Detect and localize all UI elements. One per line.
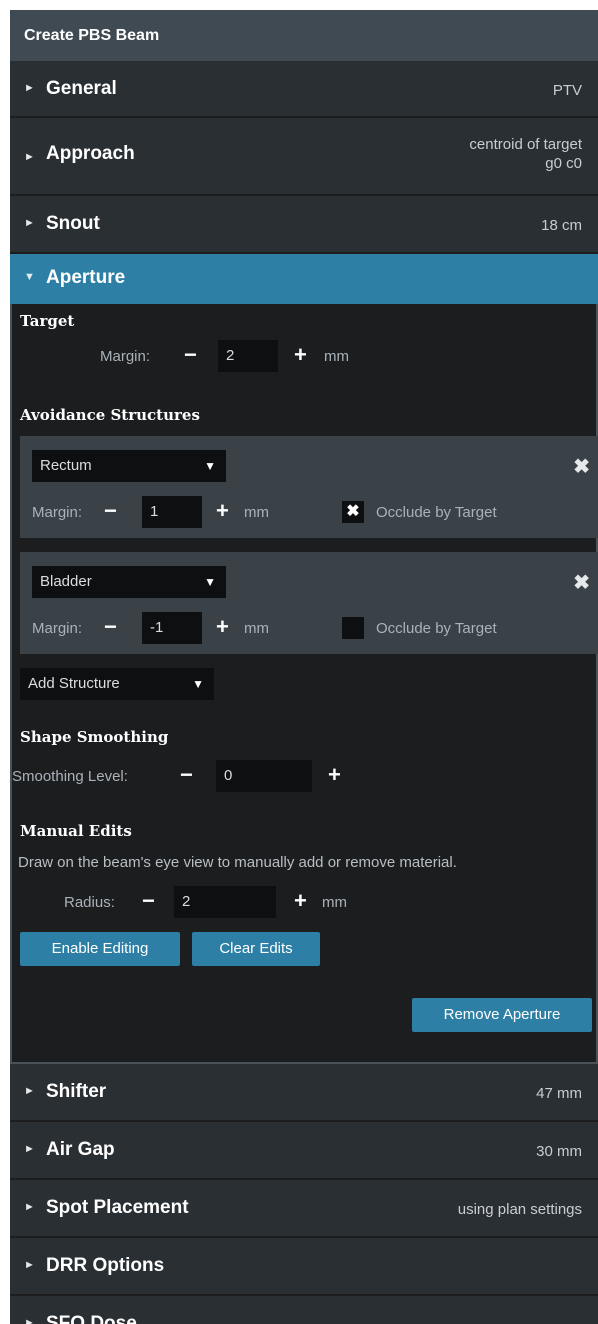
structure-select-value: Bladder bbox=[40, 573, 92, 590]
expand-arrow-icon: ► bbox=[24, 151, 35, 163]
section-drr-options[interactable]: ► DRR Options bbox=[10, 1238, 598, 1296]
create-pbs-beam-panel: Create PBS Beam ► General PTV ► Approach… bbox=[10, 10, 598, 1324]
structure-margin-unit: mm bbox=[244, 620, 269, 637]
remove-structure-close-icon[interactable]: ✖ bbox=[573, 454, 590, 479]
panel-title: Create PBS Beam bbox=[10, 10, 598, 62]
section-general-value: PTV bbox=[552, 82, 582, 99]
section-air-gap-value: 30 mm bbox=[536, 1143, 582, 1160]
target-margin-input[interactable]: 2 bbox=[218, 340, 278, 372]
dropdown-caret-icon: ▼ bbox=[204, 575, 216, 589]
avoidance-structures-heading: Avoidance Structures bbox=[20, 406, 200, 424]
collapse-arrow-icon: ▼ bbox=[24, 271, 35, 283]
structure-select[interactable]: Rectum ▼ bbox=[32, 450, 226, 482]
section-drr-options-label: DRR Options bbox=[46, 1255, 165, 1276]
expand-arrow-icon: ► bbox=[24, 1317, 35, 1324]
section-snout-label: Snout bbox=[46, 213, 100, 234]
radius-increment-button[interactable]: + bbox=[294, 890, 307, 912]
smoothing-level-label: Smoothing Level: bbox=[12, 768, 128, 785]
smoothing-level-input[interactable]: 0 bbox=[216, 760, 312, 792]
expand-arrow-icon: ► bbox=[24, 1259, 35, 1271]
remove-structure-close-icon[interactable]: ✖ bbox=[573, 570, 590, 595]
section-shifter-label: Shifter bbox=[46, 1081, 107, 1102]
section-sfo-dose-label: SFO Dose bbox=[46, 1313, 137, 1324]
target-heading: Target bbox=[20, 312, 75, 330]
section-spot-placement[interactable]: ► Spot Placement using plan settings bbox=[10, 1180, 598, 1238]
shape-smoothing-heading: Shape Smoothing bbox=[20, 728, 169, 746]
avoidance-structure-card: Rectum ▼ ✖ Margin: − 1 + mm ✖ Occlude by… bbox=[20, 436, 598, 538]
structure-select[interactable]: Bladder ▼ bbox=[32, 566, 226, 598]
section-aperture[interactable]: ▼ Aperture bbox=[10, 254, 598, 304]
section-shifter[interactable]: ► Shifter 47 mm bbox=[10, 1064, 598, 1122]
structure-margin-decrement-button[interactable]: − bbox=[104, 616, 117, 638]
expand-arrow-icon: ► bbox=[24, 1201, 35, 1213]
manual-edits-description: Draw on the beam's eye view to manually … bbox=[18, 854, 457, 871]
structure-margin-input[interactable]: -1 bbox=[142, 612, 202, 644]
target-margin-decrement-button[interactable]: − bbox=[184, 344, 197, 366]
remove-aperture-button[interactable]: Remove Aperture bbox=[412, 998, 592, 1032]
structure-select-value: Rectum bbox=[40, 457, 92, 474]
section-air-gap-label: Air Gap bbox=[46, 1139, 115, 1160]
enable-editing-button[interactable]: Enable Editing bbox=[20, 932, 180, 966]
smoothing-increment-button[interactable]: + bbox=[328, 764, 341, 786]
section-general[interactable]: ► General PTV bbox=[10, 62, 598, 118]
section-snout[interactable]: ► Snout 18 cm bbox=[10, 196, 598, 254]
section-aperture-label: Aperture bbox=[46, 267, 126, 288]
add-structure-label: Add Structure bbox=[28, 675, 120, 692]
aperture-body: Target Margin: − 2 + mm Avoidance Struct… bbox=[10, 304, 598, 1064]
section-general-label: General bbox=[46, 78, 117, 99]
structure-margin-input[interactable]: 1 bbox=[142, 496, 202, 528]
dropdown-caret-icon: ▼ bbox=[192, 677, 204, 691]
structure-margin-label: Margin: bbox=[32, 620, 83, 637]
occlude-by-target-checkbox[interactable] bbox=[342, 617, 364, 639]
section-spot-placement-value: using plan settings bbox=[457, 1201, 582, 1218]
expand-arrow-icon: ► bbox=[24, 82, 35, 94]
structure-margin-label: Margin: bbox=[32, 504, 83, 521]
section-sfo-dose[interactable]: ► SFO Dose bbox=[10, 1296, 598, 1324]
section-snout-value: 18 cm bbox=[541, 217, 582, 234]
avoidance-structure-card: Bladder ▼ ✖ Margin: − -1 + mm Occlude by… bbox=[20, 552, 598, 654]
section-approach[interactable]: ► Approach centroid of target g0 c0 bbox=[10, 118, 598, 196]
add-structure-select[interactable]: Add Structure ▼ bbox=[20, 668, 214, 700]
expand-arrow-icon: ► bbox=[24, 1085, 35, 1097]
expand-arrow-icon: ► bbox=[24, 217, 35, 229]
section-shifter-value: 47 mm bbox=[536, 1085, 582, 1102]
target-margin-label: Margin: bbox=[100, 348, 151, 365]
structure-margin-unit: mm bbox=[244, 504, 269, 521]
target-margin-increment-button[interactable]: + bbox=[294, 344, 307, 366]
manual-edits-heading: Manual Edits bbox=[20, 822, 132, 840]
dropdown-caret-icon: ▼ bbox=[204, 459, 216, 473]
radius-input[interactable]: 2 bbox=[174, 886, 276, 918]
section-approach-value-line2: g0 c0 bbox=[545, 155, 582, 172]
section-spot-placement-label: Spot Placement bbox=[46, 1197, 189, 1218]
target-margin-unit: mm bbox=[324, 348, 349, 365]
radius-label: Radius: bbox=[64, 894, 115, 911]
expand-arrow-icon: ► bbox=[24, 1143, 35, 1155]
clear-edits-button[interactable]: Clear Edits bbox=[192, 932, 320, 966]
structure-margin-decrement-button[interactable]: − bbox=[104, 500, 117, 522]
structure-margin-increment-button[interactable]: + bbox=[216, 616, 229, 638]
section-air-gap[interactable]: ► Air Gap 30 mm bbox=[10, 1122, 598, 1180]
occlude-by-target-label: Occlude by Target bbox=[376, 504, 497, 521]
structure-margin-increment-button[interactable]: + bbox=[216, 500, 229, 522]
radius-decrement-button[interactable]: − bbox=[142, 890, 155, 912]
occlude-by-target-checkbox[interactable]: ✖ bbox=[342, 501, 364, 523]
occlude-by-target-label: Occlude by Target bbox=[376, 620, 497, 637]
section-approach-label: Approach bbox=[46, 143, 135, 164]
radius-unit: mm bbox=[322, 894, 347, 911]
smoothing-decrement-button[interactable]: − bbox=[180, 764, 193, 786]
section-approach-value-line1: centroid of target bbox=[469, 136, 582, 153]
